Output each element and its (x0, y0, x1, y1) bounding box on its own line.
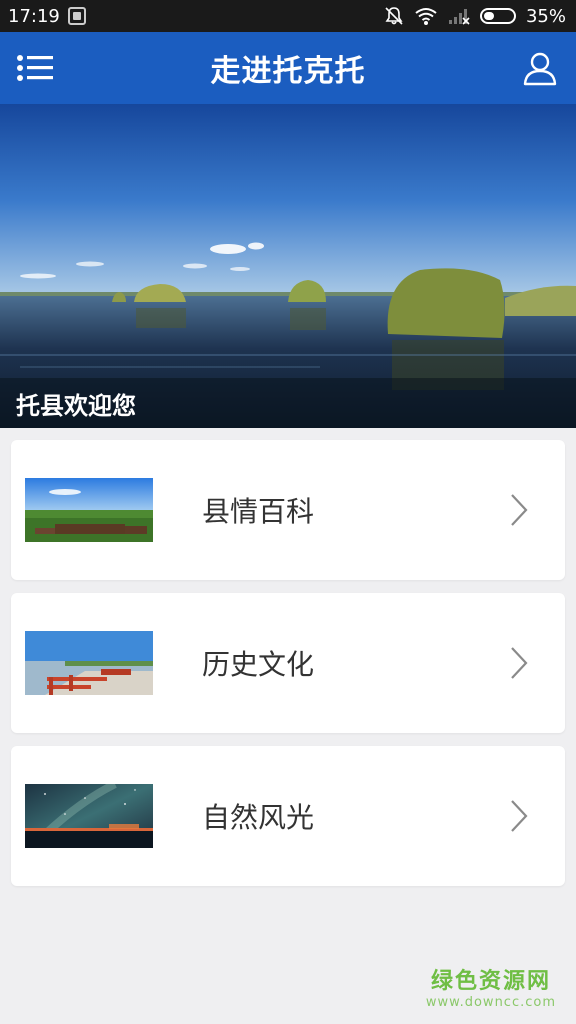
signal-icon (448, 9, 470, 25)
card-history-culture[interactable]: 历史文化 (11, 593, 565, 733)
site-watermark: 绿色资源网 www.downcc.com (426, 963, 556, 1010)
card-county-encyclopedia[interactable]: 县情百科 (11, 440, 565, 580)
status-right: 35% (384, 6, 566, 27)
status-time: 17:19 (8, 5, 60, 27)
status-bar: 17:19 35% (0, 0, 576, 32)
card-label: 历史文化 (202, 648, 315, 681)
chevron-right-icon (511, 494, 528, 526)
status-left: 17:19 (8, 6, 86, 27)
grassland-horses-thumbnail (25, 478, 153, 542)
card-label: 自然风光 (202, 801, 315, 834)
category-list: 县情百科 历史文化 自然风光 (11, 440, 565, 899)
watermark-url: www.downcc.com (425, 995, 556, 1010)
chevron-right-icon (511, 800, 528, 832)
banner-caption: 托县欢迎您 (0, 378, 576, 428)
watermark-title: 绿色资源网 (430, 969, 551, 994)
card-label: 县情百科 (202, 495, 315, 528)
card-natural-scenery[interactable]: 自然风光 (11, 746, 565, 886)
chevron-right-icon (511, 647, 528, 679)
wifi-icon (415, 8, 437, 25)
notification-app-icon (67, 7, 86, 25)
wooden-pier-lake-thumbnail (25, 631, 153, 695)
starry-night-sky-thumbnail (25, 784, 153, 848)
list-menu-icon[interactable] (16, 52, 54, 84)
battery-icon (479, 8, 516, 24)
hero-banner[interactable]: 托县欢迎您 (0, 104, 576, 428)
battery-fill (483, 12, 494, 20)
page-title: 走进托克托 (210, 54, 366, 89)
mute-bell-icon (385, 7, 403, 25)
battery-percent: 35% (525, 5, 566, 27)
user-icon[interactable] (522, 50, 558, 86)
app-header: 走进托克托 (0, 32, 576, 104)
